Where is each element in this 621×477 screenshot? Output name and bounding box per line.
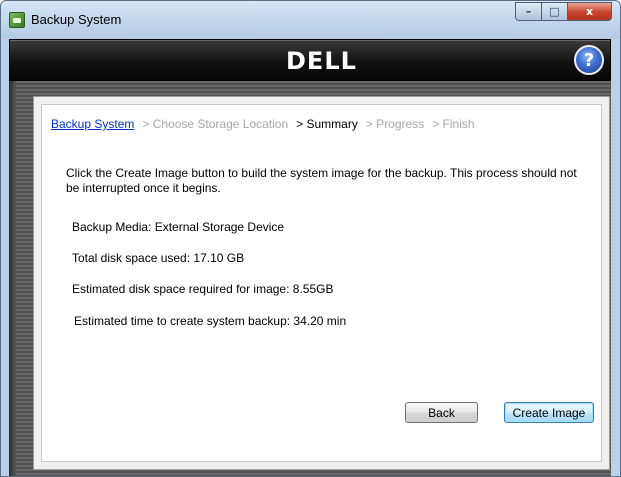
- breadcrumb-progress: > Progress: [365, 117, 425, 131]
- dell-banner: DELL ?: [9, 39, 611, 81]
- title-bar: Backup System – □ x: [1, 1, 620, 39]
- breadcrumb-summary: > Summary: [296, 117, 358, 131]
- wizard-panel: Backup System > Choose Storage Location > …: [33, 96, 610, 470]
- back-button[interactable]: Back: [405, 402, 478, 423]
- breadcrumb-backup-system[interactable]: Backup System: [51, 117, 134, 131]
- window-controls: – □ x: [515, 2, 612, 21]
- breadcrumb: Backup System > Choose Storage Location > …: [51, 117, 483, 131]
- minimize-button[interactable]: –: [515, 2, 542, 21]
- intro-text: Click the Create Image button to build t…: [66, 166, 577, 195]
- backup-app-icon: [9, 12, 25, 28]
- dell-logo: DELL: [286, 47, 357, 75]
- close-button[interactable]: x: [568, 2, 612, 21]
- help-icon[interactable]: ?: [574, 45, 604, 75]
- create-image-button[interactable]: Create Image: [504, 402, 594, 423]
- time-estimate-info: Estimated time to create system backup: …: [74, 314, 347, 328]
- breadcrumb-choose-storage-location: > Choose Storage Location: [142, 117, 289, 131]
- window-title: Backup System: [31, 12, 122, 27]
- breadcrumb-finish: > Finish: [432, 117, 475, 131]
- maximize-button[interactable]: □: [542, 2, 568, 21]
- disk-used-info: Total disk space used: 17.10 GB: [72, 251, 245, 265]
- wizard-content: Backup System > Choose Storage Location > …: [41, 104, 602, 462]
- space-required-info: Estimated disk space required for image:…: [72, 282, 334, 296]
- backup-media-info: Backup Media: External Storage Device: [72, 220, 285, 234]
